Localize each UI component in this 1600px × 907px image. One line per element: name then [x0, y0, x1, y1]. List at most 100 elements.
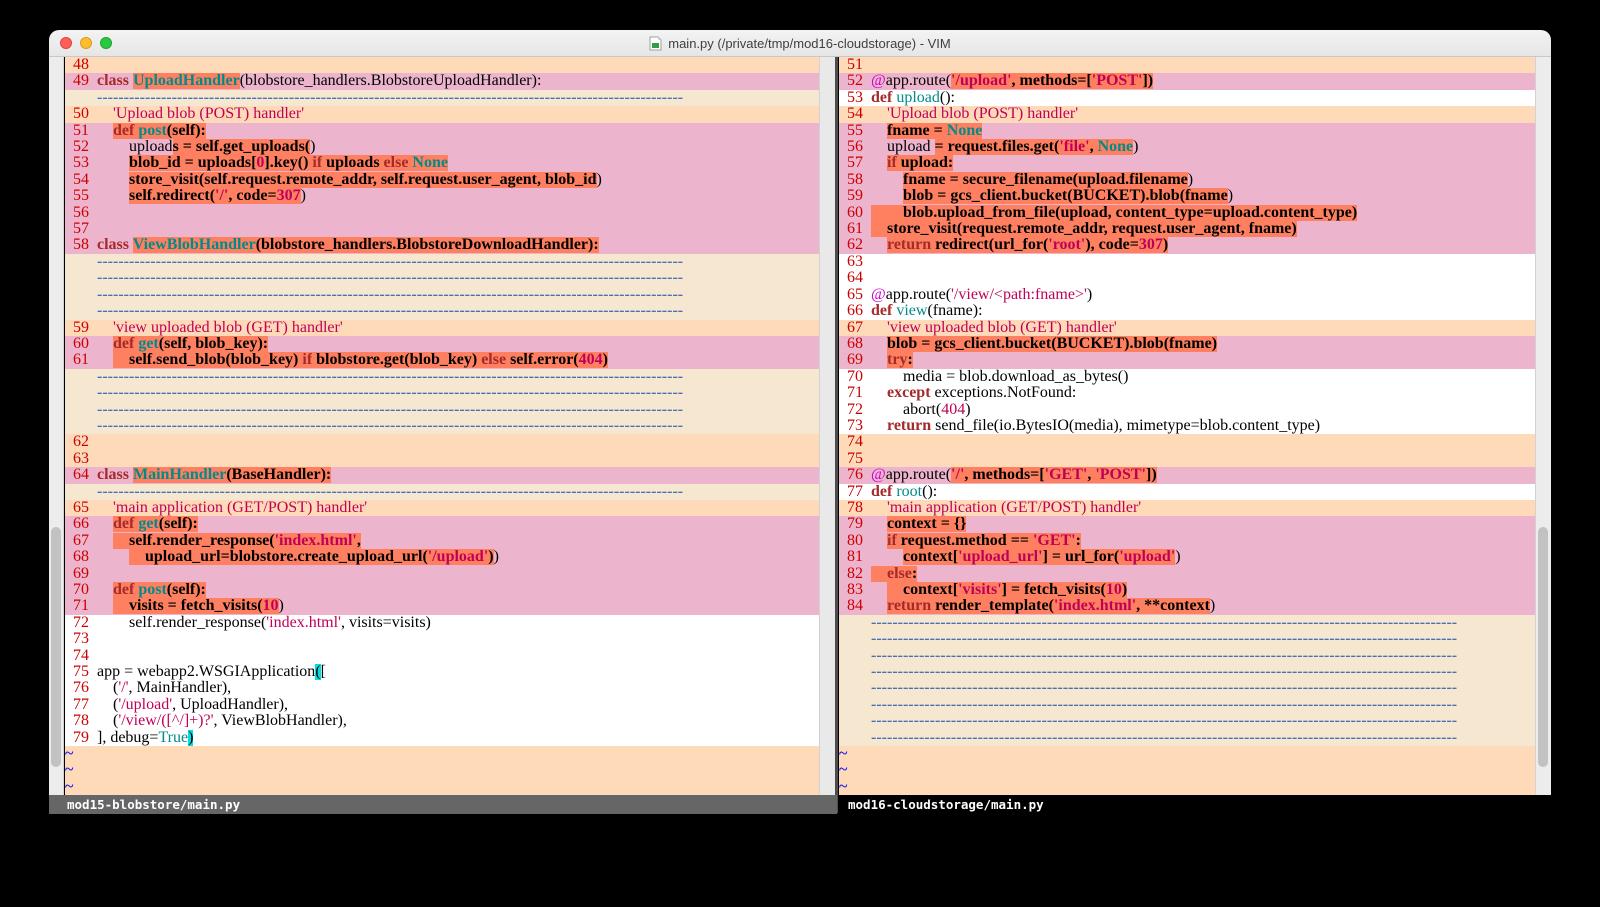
code-line[interactable]: 52@app.route('/upload', methods=['POST']…	[839, 73, 1535, 89]
code-line[interactable]: 62 return redirect(url_for('root'), code…	[839, 237, 1535, 253]
code-line[interactable]: 77def root():	[839, 484, 1535, 500]
code-line[interactable]: 75app = webapp2.WSGIApplication([	[65, 664, 819, 680]
code-line[interactable]: 78 'main application (GET/POST) handler'	[839, 500, 1535, 516]
code-line[interactable]: 68 upload_url=blobstore.create_upload_ur…	[65, 549, 819, 565]
code-line[interactable]: 80 if request.method == 'GET':	[839, 533, 1535, 549]
pane-gutter	[819, 57, 836, 795]
title-bar[interactable]: main.py (/private/tmp/mod16-cloudstorage…	[49, 30, 1551, 57]
code-line[interactable]: 54 store_visit(self.request.remote_addr,…	[65, 172, 819, 188]
code-line[interactable]: 58 fname = secure_filename(upload.filena…	[839, 172, 1535, 188]
code-line[interactable]: 77 ('/upload', UploadHandler),	[65, 697, 819, 713]
code-line[interactable]: 65@app.route('/view/<path:fname>')	[839, 287, 1535, 303]
code-line[interactable]: 51 def post(self):	[65, 123, 819, 139]
line-number: 53	[65, 155, 97, 171]
code-line[interactable]: 52 uploads = self.get_uploads()	[65, 139, 819, 155]
code-line[interactable]: 79 context = {}	[839, 516, 1535, 532]
line-number: 73	[839, 418, 871, 434]
code-line[interactable]: 57 if upload:	[839, 155, 1535, 171]
zoom-button[interactable]	[100, 37, 112, 49]
line-number: 63	[65, 451, 97, 467]
code-line[interactable]: 76 ('/', MainHandler),	[65, 680, 819, 696]
diff-filler-line: ----------------------------------------…	[839, 615, 1535, 631]
code-line[interactable]: 82 else:	[839, 566, 1535, 582]
code-line[interactable]: 75	[839, 451, 1535, 467]
line-number: 52	[65, 139, 97, 155]
code-line[interactable]: 67 'view uploaded blob (GET) handler'	[839, 320, 1535, 336]
status-bar-left[interactable]: mod15-blobstore/main.py	[49, 795, 837, 814]
scrollbar-thumb[interactable]	[1538, 527, 1548, 767]
status-filename-left: mod15-blobstore/main.py	[67, 797, 240, 812]
code-line[interactable]: 61 self.send_blob(blob_key) if blobstore…	[65, 352, 819, 368]
code-line[interactable]: 59 'view uploaded blob (GET) handler'	[65, 320, 819, 336]
code-line[interactable]: 48	[65, 57, 819, 73]
code-line[interactable]: 84 return render_template('index.html', …	[839, 598, 1535, 614]
code-line[interactable]: 58class ViewBlobHandler(blobstore_handle…	[65, 237, 819, 253]
code-line[interactable]: 83 context['visits'] = fetch_visits(10)	[839, 582, 1535, 598]
code-line[interactable]: 68 blob = gcs_client.bucket(BUCKET).blob…	[839, 336, 1535, 352]
line-number: 67	[65, 533, 97, 549]
code-line[interactable]: 70 media = blob.download_as_bytes()	[839, 369, 1535, 385]
code-line[interactable]: 61 store_visit(request.remote_addr, requ…	[839, 221, 1535, 237]
code-line[interactable]: 55 self.redirect('/', code=307)	[65, 188, 819, 204]
code-line[interactable]: 78 ('/view/([^/]+)?', ViewBlobHandler),	[65, 713, 819, 729]
line-number: 51	[839, 57, 871, 73]
code-line[interactable]: 64class MainHandler(BaseHandler):	[65, 467, 819, 483]
code-line[interactable]: 57	[65, 221, 819, 237]
code-line[interactable]: 56 upload = request.files.get('file', No…	[839, 139, 1535, 155]
line-number: 63	[839, 254, 871, 270]
line-number: 52	[839, 73, 871, 89]
code-line[interactable]: 69	[65, 566, 819, 582]
code-line[interactable]: 70 def post(self):	[65, 582, 819, 598]
line-number: 58	[839, 172, 871, 188]
code-line[interactable]: 73	[65, 631, 819, 647]
code-line[interactable]: 54 'Upload blob (POST) handler'	[839, 106, 1535, 122]
code-line[interactable]: 79], debug=True)	[65, 730, 819, 746]
code-line[interactable]: 72 self.render_response('index.html', vi…	[65, 615, 819, 631]
line-number: 76	[65, 680, 97, 696]
code-line[interactable]: 53 blob_id = uploads[0].key() if uploads…	[65, 155, 819, 171]
code-line[interactable]: 62	[65, 434, 819, 450]
window-title: main.py (/private/tmp/mod16-cloudstorage…	[668, 36, 951, 51]
diff-filler-line: ----------------------------------------…	[65, 303, 819, 319]
code-line[interactable]: 50 'Upload blob (POST) handler'	[65, 106, 819, 122]
line-number: 59	[65, 320, 97, 336]
code-line[interactable]: 53def upload():	[839, 90, 1535, 106]
code-line[interactable]: 60 blob.upload_from_file(upload, content…	[839, 205, 1535, 221]
code-line[interactable]: 67 self.render_response('index.html',	[65, 533, 819, 549]
code-line[interactable]: 69 try:	[839, 352, 1535, 368]
close-button[interactable]	[60, 37, 72, 49]
code-line[interactable]: 49class UploadHandler(blobstore_handlers…	[65, 73, 819, 89]
code-line[interactable]: 55 fname = None	[839, 123, 1535, 139]
code-line[interactable]: 71 except exceptions.NotFound:	[839, 385, 1535, 401]
window-divider[interactable]	[835, 57, 838, 813]
code-line[interactable]: 60 def get(self, blob_key):	[65, 336, 819, 352]
document-icon[interactable]	[649, 36, 662, 51]
code-line[interactable]: 59 blob = gcs_client.bucket(BUCKET).blob…	[839, 188, 1535, 204]
status-bar-right[interactable]: mod16-cloudstorage/main.py	[838, 795, 1551, 814]
code-line[interactable]: 51	[839, 57, 1535, 73]
line-number: 74	[839, 434, 871, 450]
line-number: 55	[65, 188, 97, 204]
code-line[interactable]: 56	[65, 205, 819, 221]
code-line[interactable]: 74	[839, 434, 1535, 450]
code-line[interactable]: 63	[65, 451, 819, 467]
code-line[interactable]: 76@app.route('/', methods=['GET', 'POST'…	[839, 467, 1535, 483]
line-number: 55	[839, 123, 871, 139]
code-line[interactable]: 72 abort(404)	[839, 402, 1535, 418]
code-line[interactable]: 64	[839, 270, 1535, 286]
scrollbar-thumb[interactable]	[51, 527, 61, 767]
code-line[interactable]: 63	[839, 254, 1535, 270]
left-scrollbar[interactable]	[49, 57, 64, 795]
code-line[interactable]: 65 'main application (GET/POST) handler'	[65, 500, 819, 516]
code-line[interactable]: 74	[65, 648, 819, 664]
diff-pane-right[interactable]: 5152@app.route('/upload', methods=['POST…	[839, 57, 1535, 795]
code-line[interactable]: 66def view(fname):	[839, 303, 1535, 319]
line-number: 58	[65, 237, 97, 253]
right-scrollbar[interactable]	[1535, 57, 1551, 795]
code-line[interactable]: 81 context['upload_url'] = url_for('uplo…	[839, 549, 1535, 565]
minimize-button[interactable]	[80, 37, 92, 49]
code-line[interactable]: 73 return send_file(io.BytesIO(media), m…	[839, 418, 1535, 434]
code-line[interactable]: 71 visits = fetch_visits(10)	[65, 598, 819, 614]
diff-pane-left[interactable]: 4849class UploadHandler(blobstore_handle…	[65, 57, 819, 795]
code-line[interactable]: 66 def get(self):	[65, 516, 819, 532]
